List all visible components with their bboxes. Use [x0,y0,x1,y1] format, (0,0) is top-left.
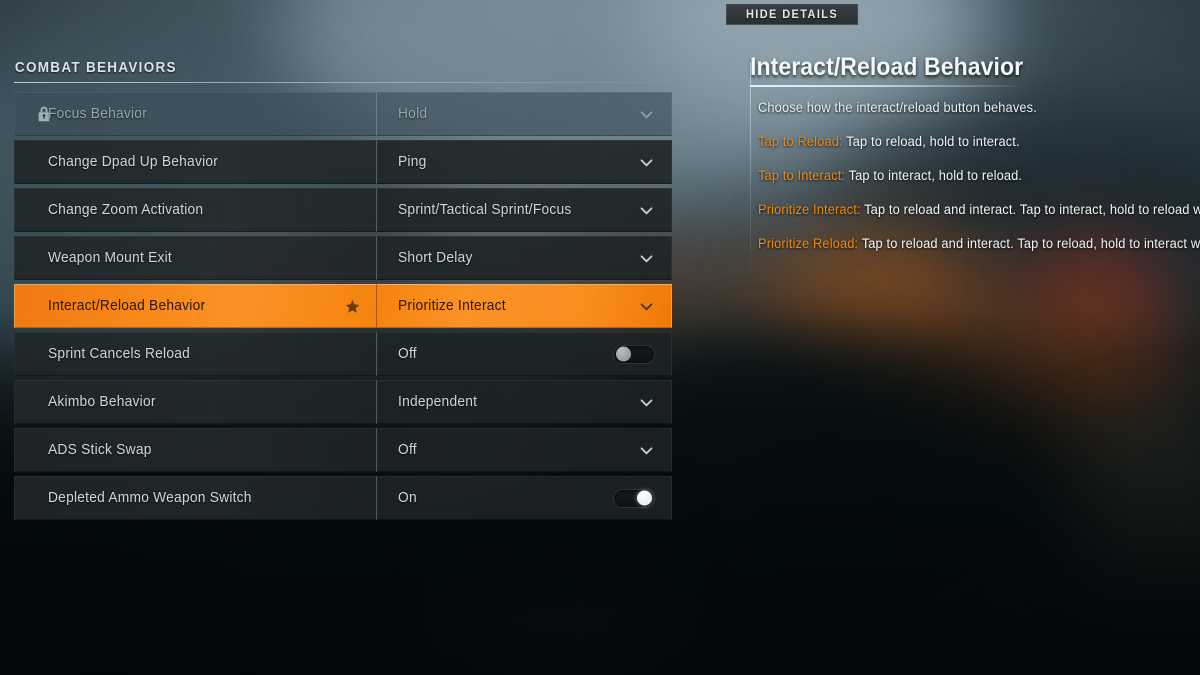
details-item: Tap to Interact: Tap to interact, hold t… [758,168,1184,183]
setting-value-cell[interactable]: Short Delay [376,236,672,280]
setting-label-cell: Focus Behavior [14,92,376,136]
chevron-down-icon[interactable] [638,106,655,123]
setting-value: Off [398,346,417,362]
setting-value: Independent [398,394,478,410]
setting-value-cell: Hold [376,92,672,136]
setting-value-cell[interactable]: Prioritize Interact [376,284,672,328]
setting-row[interactable]: Change Zoom Activation Sprint/Tactical Sp… [14,188,672,232]
game-settings-screen: COMBAT BEHAVIORS Focus Behavior Hold Chang… [0,0,1200,675]
setting-label: Change Zoom Activation [48,202,204,218]
setting-row: Focus Behavior Hold [14,92,672,136]
setting-toggle[interactable] [613,488,655,508]
details-item-key: Prioritize Reload: [758,236,859,251]
setting-label-cell: ADS Stick Swap [14,428,376,472]
details-item: Prioritize Interact: Tap to reload and i… [758,202,1200,217]
details-title: Interact/Reload Behavior [750,53,1024,81]
setting-label-cell: Weapon Mount Exit [14,236,376,280]
chevron-down-icon[interactable] [638,394,655,411]
chevron-down-icon[interactable] [638,298,655,315]
setting-row[interactable]: Change Dpad Up Behavior Ping [14,140,672,184]
setting-value-cell[interactable]: Independent [376,380,672,424]
details-item-text: Tap to reload and interact. Tap to inter… [860,202,1200,217]
details-item-list: Tap to Reload: Tap to reload, hold to in… [750,134,1200,251]
setting-label: Depleted Ammo Weapon Switch [48,490,252,506]
setting-label-cell: Sprint Cancels Reload [14,332,376,376]
setting-label-cell: Change Zoom Activation [14,188,376,232]
setting-value: Sprint/Tactical Sprint/Focus [398,202,572,218]
setting-label: Interact/Reload Behavior [48,298,206,314]
toggle-knob [637,490,652,506]
setting-label-cell: Change Dpad Up Behavior [14,140,376,184]
setting-label: Weapon Mount Exit [48,250,173,266]
setting-toggle[interactable] [613,344,655,364]
chevron-down-icon[interactable] [638,250,655,267]
setting-label: Focus Behavior [48,106,148,122]
toggle-knob [616,346,631,362]
star-icon [345,299,360,314]
setting-label: ADS Stick Swap [48,442,152,458]
chevron-down-icon[interactable] [638,442,655,459]
settings-list: Focus Behavior Hold Change Dpad Up Behavio… [14,92,672,520]
details-item: Tap to Reload: Tap to reload, hold to in… [758,134,1184,149]
setting-value: On [398,490,417,506]
details-item-key: Prioritize Interact: [758,202,861,217]
setting-value: Hold [398,106,428,122]
setting-value-cell[interactable]: Off [376,332,672,376]
details-left-accent-line [750,62,751,284]
setting-value-cell[interactable]: Ping [376,140,672,184]
setting-value: Short Delay [398,250,473,266]
setting-value: Prioritize Interact [398,298,506,314]
setting-label: Akimbo Behavior [48,394,156,410]
details-item-text: Tap to interact, hold to reload. [845,168,1023,183]
setting-label-cell: Depleted Ammo Weapon Switch [14,476,376,520]
setting-row[interactable]: Interact/Reload Behavior Prioritize Inter… [14,284,672,328]
details-item-text: Tap to reload, hold to interact. [842,134,1020,149]
hide-details-button[interactable]: HIDE DETAILS [726,4,859,25]
setting-value: Off [398,442,417,458]
setting-label: Sprint Cancels Reload [48,346,191,362]
details-item: Prioritize Reload: Tap to reload and int… [758,236,1200,251]
details-title-underline [750,85,1018,87]
setting-value-cell[interactable]: Sprint/Tactical Sprint/Focus [376,188,672,232]
setting-row[interactable]: Weapon Mount Exit Short Delay [14,236,672,280]
chevron-down-icon[interactable] [638,202,655,219]
setting-value-cell[interactable]: On [376,476,672,520]
details-item-key: Tap to Interact: [758,168,846,183]
setting-row[interactable]: Akimbo Behavior Independent [14,380,672,424]
setting-label: Change Dpad Up Behavior [48,154,219,170]
details-item-key: Tap to Reload: [758,134,843,149]
details-item-text: Tap to reload and interact. Tap to reloa… [858,236,1200,251]
chevron-down-icon[interactable] [638,154,655,171]
setting-row[interactable]: Depleted Ammo Weapon Switch On [14,476,672,520]
section-title: COMBAT BEHAVIORS [14,60,177,76]
details-panel: HIDE DETAILS Interact/Reload Behavior Ch… [726,4,1200,284]
setting-value-cell[interactable]: Off [376,428,672,472]
section-divider [14,82,672,83]
details-description: Choose how the interact/reload button be… [758,100,1037,115]
setting-label-cell: Akimbo Behavior [14,380,376,424]
setting-row[interactable]: Sprint Cancels Reload Off [14,332,672,376]
settings-panel: COMBAT BEHAVIORS Focus Behavior Hold Chang… [14,60,672,520]
setting-label-cell: Interact/Reload Behavior [14,284,376,328]
setting-value: Ping [398,154,427,170]
setting-row[interactable]: ADS Stick Swap Off [14,428,672,472]
details-content: Interact/Reload Behavior Choose how the … [750,53,1200,251]
